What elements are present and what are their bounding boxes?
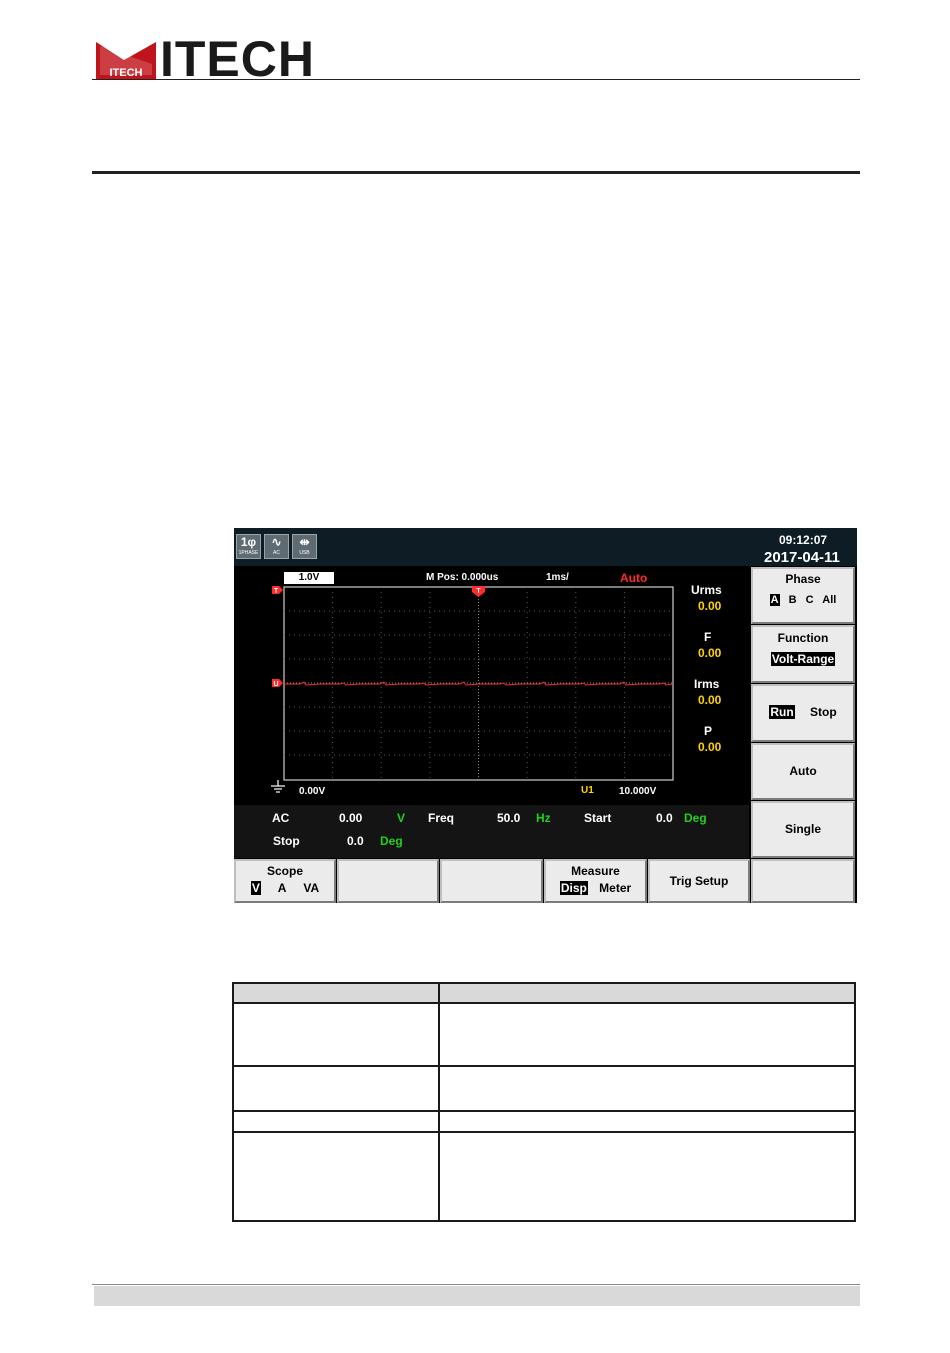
waveform-display: T T U bbox=[272, 586, 674, 781]
itech-logo-text: ITECH bbox=[160, 31, 315, 87]
phase-option-a[interactable]: A bbox=[769, 594, 780, 606]
stop-label: Stop bbox=[273, 834, 300, 848]
freq-value: 50.0 bbox=[497, 811, 521, 825]
trig-setup-softkey[interactable]: Trig Setup bbox=[648, 859, 750, 903]
stop-unit: Deg bbox=[380, 834, 403, 848]
function-softkey[interactable]: Function Volt-Range bbox=[751, 625, 855, 683]
auto-label: Auto bbox=[789, 764, 817, 778]
channel-offset-marker: U bbox=[272, 679, 283, 688]
scope-softkey[interactable]: Scope V A VA bbox=[234, 859, 336, 903]
status-bar: 1φ 1PHASE ∿ AC ⇹ USB 09:12:07 2017-04-11 bbox=[234, 528, 857, 566]
blank-softkey-3[interactable] bbox=[440, 859, 543, 903]
start-value: 0.0 bbox=[656, 811, 673, 825]
function-value: Volt-Range bbox=[770, 652, 836, 666]
p-label: P bbox=[704, 724, 713, 738]
clock-time: 09:12:07 bbox=[779, 533, 828, 547]
horizontal-position: M Pos: 0.000us bbox=[426, 572, 499, 583]
svg-text:T: T bbox=[274, 588, 279, 595]
svg-text:T: T bbox=[476, 588, 481, 595]
urms-label: Urms bbox=[691, 583, 722, 597]
table-row bbox=[231, 1131, 856, 1222]
svg-text:U: U bbox=[273, 681, 278, 688]
single-softkey[interactable]: Single bbox=[751, 801, 855, 858]
ground-icon bbox=[271, 780, 285, 793]
run-stop-softkey[interactable]: Run Stop bbox=[751, 684, 855, 742]
f-label: F bbox=[704, 630, 712, 644]
auto-softkey[interactable]: Auto bbox=[751, 743, 855, 800]
single-phase-icon: 1φ 1PHASE bbox=[236, 534, 261, 559]
measure-option-disp[interactable]: Disp bbox=[559, 881, 588, 895]
footer-bar bbox=[94, 1286, 860, 1306]
phase-option-all[interactable]: All bbox=[822, 594, 836, 606]
header-rule bbox=[92, 79, 860, 80]
f-value: 0.00 bbox=[698, 646, 722, 660]
trigger-mode: Auto bbox=[620, 571, 648, 585]
blank-softkey-2[interactable] bbox=[337, 859, 439, 903]
table-header-row bbox=[231, 982, 856, 1004]
single-label: Single bbox=[784, 822, 821, 836]
ground-level: 0.00V bbox=[299, 786, 326, 797]
stop-value: 0.0 bbox=[347, 834, 364, 848]
table-row bbox=[231, 1002, 856, 1067]
trigger-level-marker: T bbox=[272, 586, 283, 595]
timebase: 1ms/ bbox=[546, 572, 569, 583]
parameter-table bbox=[231, 982, 856, 1222]
irms-label: Irms bbox=[694, 677, 720, 691]
phase-option-c[interactable]: C bbox=[806, 594, 814, 606]
trigger-level-value: 10.000V bbox=[619, 786, 657, 797]
p-value: 0.00 bbox=[698, 740, 722, 754]
measure-softkey[interactable]: Measure Disp Meter bbox=[544, 859, 647, 903]
usb-icon: ⇹ USB bbox=[292, 534, 317, 559]
table-row bbox=[231, 1065, 856, 1112]
channel-label: U1 bbox=[581, 785, 594, 796]
trig-setup-label: Trig Setup bbox=[669, 874, 729, 888]
section-rule bbox=[92, 171, 860, 174]
footer-rule bbox=[92, 1284, 860, 1285]
phase-option-b[interactable]: B bbox=[789, 594, 797, 606]
phase-softkey[interactable]: Phase A B C All bbox=[751, 567, 855, 624]
start-unit: Deg bbox=[684, 811, 707, 825]
ac-value: 0.00 bbox=[339, 811, 363, 825]
vertical-scale: 1.0V bbox=[284, 572, 334, 584]
clock-date: 2017-04-11 bbox=[764, 549, 840, 566]
scope-option-v[interactable]: V bbox=[250, 881, 261, 895]
irms-value: 0.00 bbox=[698, 693, 722, 707]
table-row bbox=[231, 1110, 856, 1133]
scope-option-va[interactable]: VA bbox=[303, 881, 319, 895]
start-label: Start bbox=[584, 811, 612, 825]
ac-waveform-icon: ∿ AC bbox=[264, 534, 289, 559]
run-option[interactable]: Run bbox=[769, 705, 795, 719]
stop-option[interactable]: Stop bbox=[810, 705, 837, 719]
blank-softkey-6[interactable] bbox=[751, 859, 855, 903]
ac-unit: V bbox=[397, 811, 406, 825]
itech-logo-mark: ITECH bbox=[96, 42, 156, 79]
phase-title: Phase bbox=[785, 572, 821, 586]
freq-label: Freq bbox=[428, 811, 455, 825]
scope-option-a[interactable]: A bbox=[278, 881, 286, 895]
measure-title: Measure bbox=[571, 864, 620, 878]
urms-value: 0.00 bbox=[698, 599, 722, 613]
trigger-info-strip: AC 0.00 V Freq 50.0 Hz Start 0.0 Deg Sto… bbox=[234, 805, 749, 858]
function-title: Function bbox=[777, 631, 829, 645]
freq-unit: Hz bbox=[536, 811, 551, 825]
svg-text:ITECH: ITECH bbox=[110, 67, 143, 79]
ac-label: AC bbox=[272, 811, 290, 825]
instrument-screen: 1φ 1PHASE ∿ AC ⇹ USB 09:12:07 2017-04-11… bbox=[234, 528, 857, 903]
scope-title: Scope bbox=[266, 864, 303, 878]
measure-option-meter[interactable]: Meter bbox=[599, 881, 631, 895]
